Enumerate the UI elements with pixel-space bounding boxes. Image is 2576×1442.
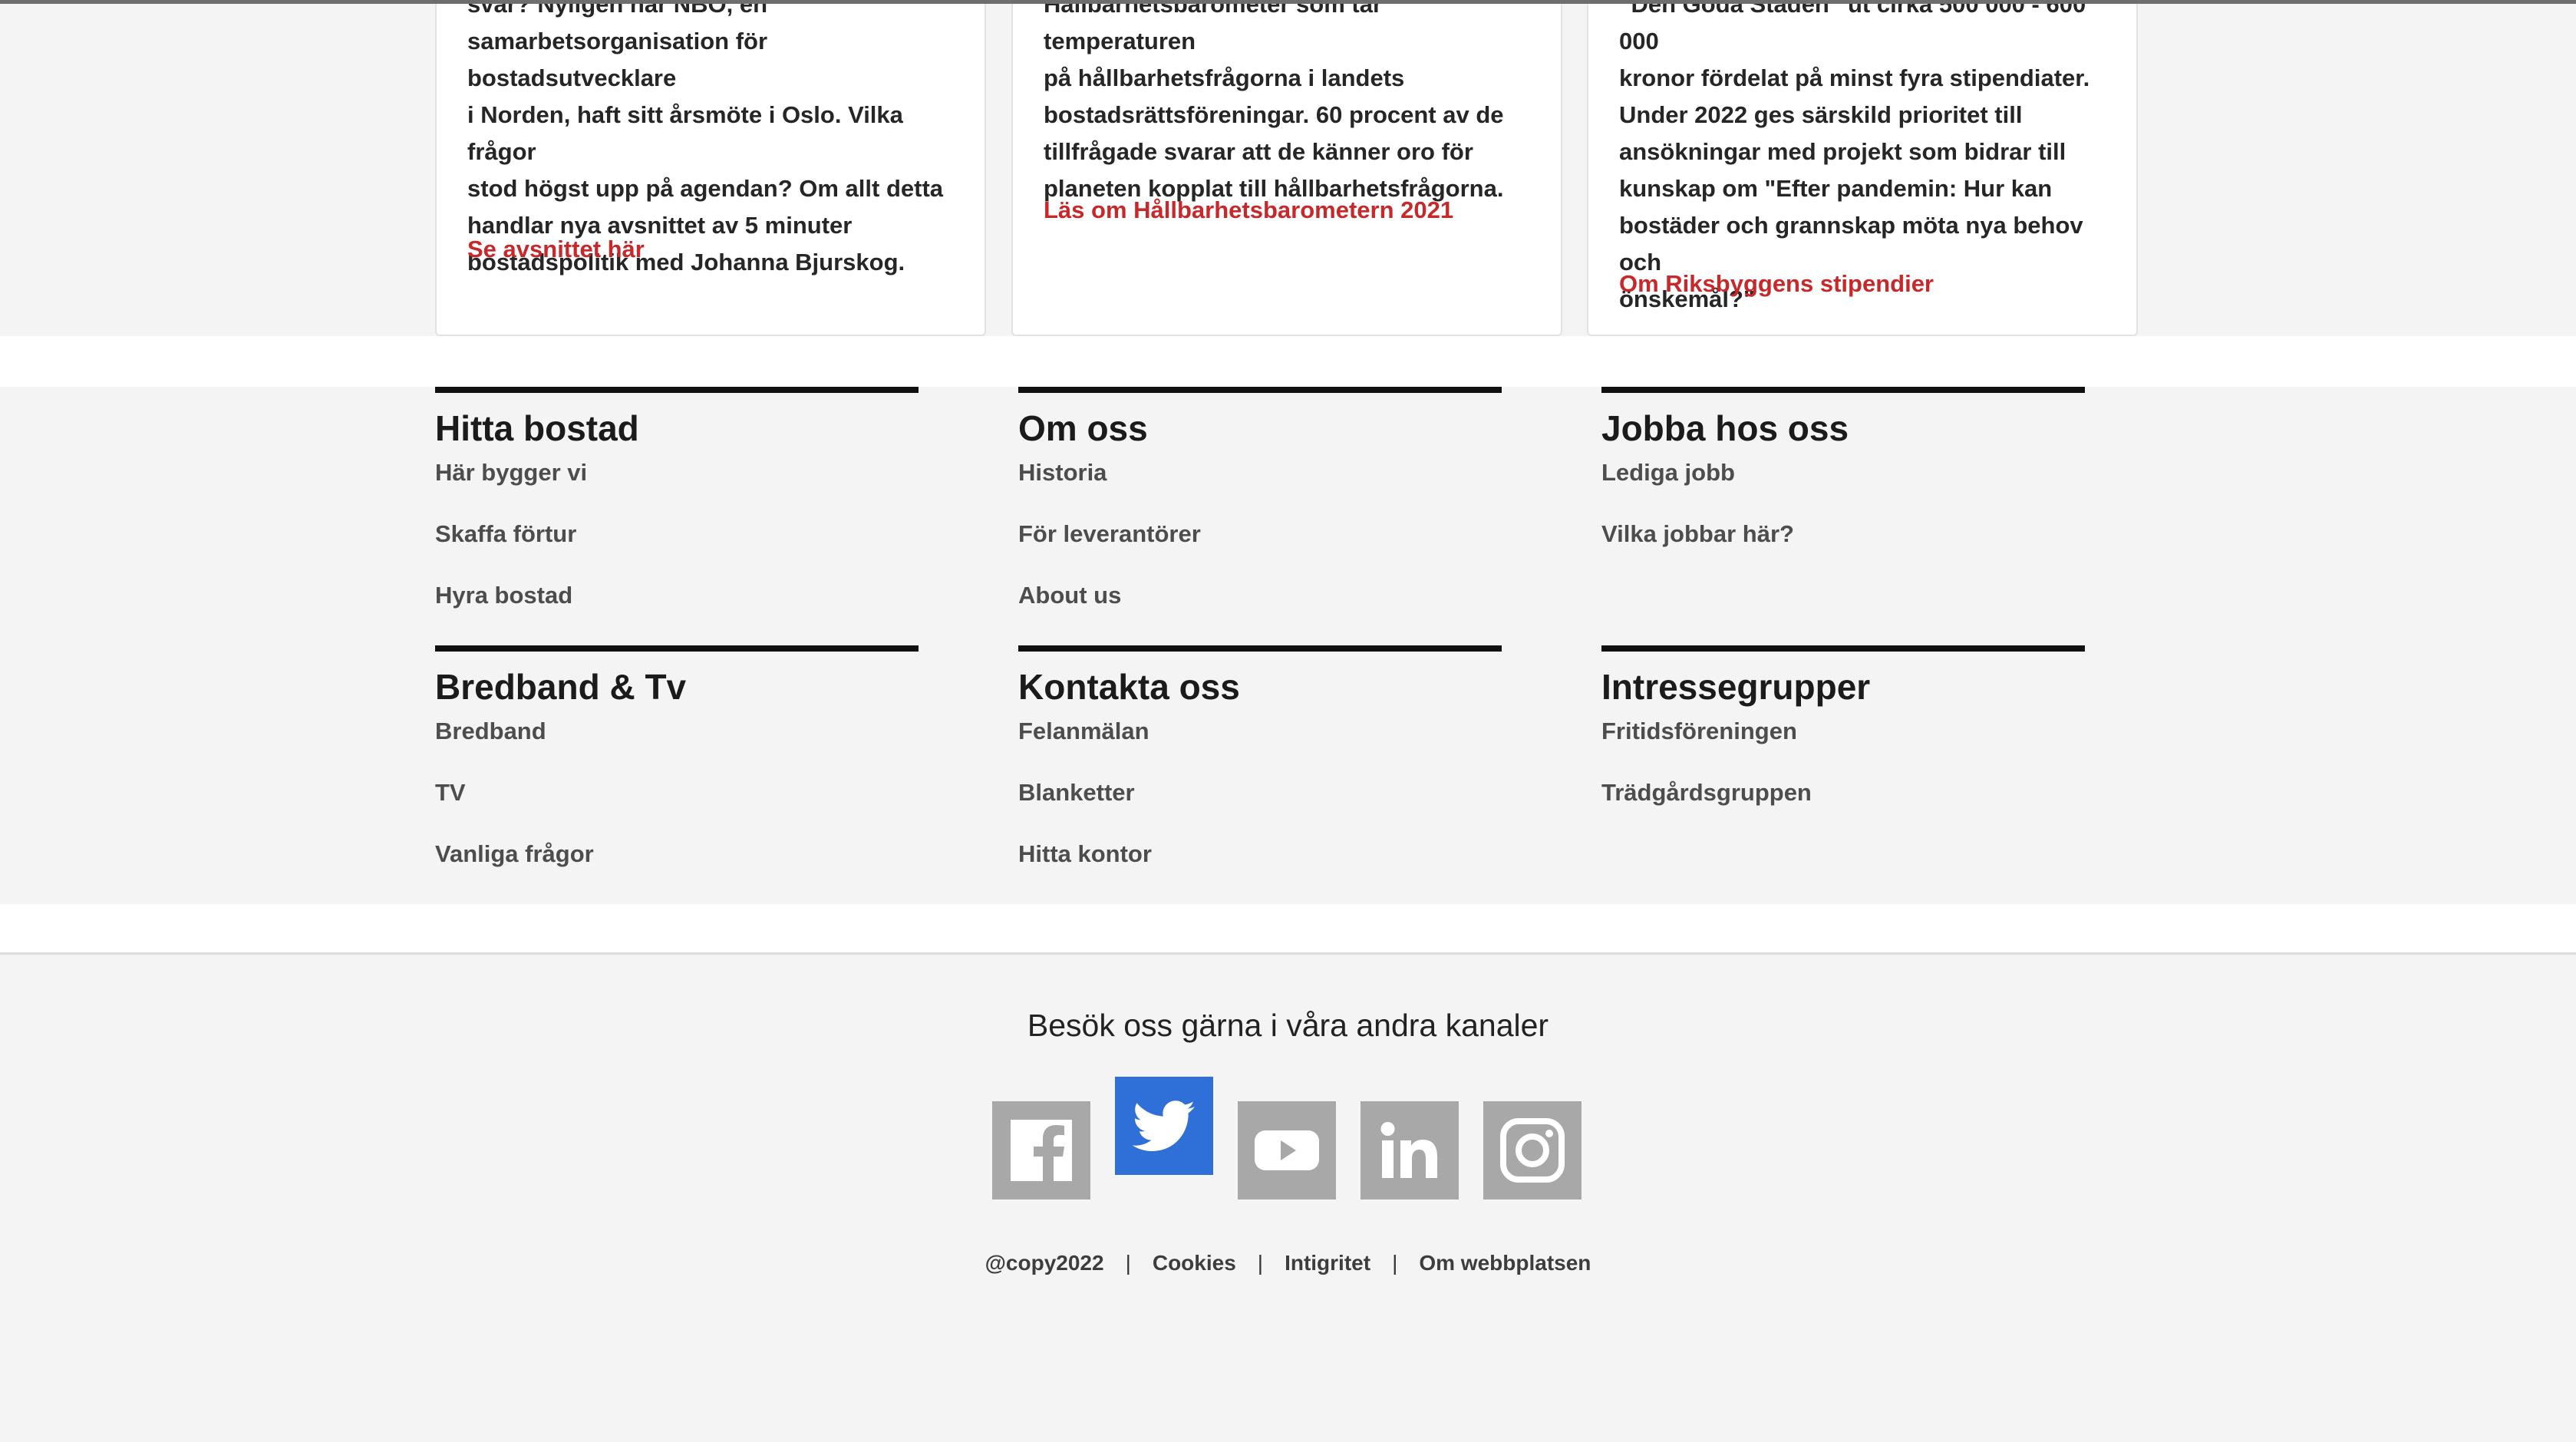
- privacy-link[interactable]: Intigritet: [1285, 1251, 1370, 1275]
- column-title: Intressegrupper: [1601, 667, 1871, 707]
- section-gap: [0, 904, 2576, 952]
- footer-link[interactable]: Fritidsföreningen: [1601, 716, 2085, 777]
- column-rule: [1018, 645, 1502, 652]
- column-title: Hitta bostad: [435, 408, 639, 448]
- footer-link[interactable]: About us: [1018, 580, 1502, 642]
- footer-link[interactable]: Vilka jobbar här?: [1601, 519, 2085, 580]
- footer-link[interactable]: Hyra bostad: [435, 580, 919, 642]
- footer-link[interactable]: Blanketter: [1018, 777, 1502, 839]
- news-cards-band: svar? Nyligen har NBO, en samarbetsorgan…: [0, 0, 2576, 336]
- column-rule: [1601, 387, 2085, 393]
- card-text: Hållbarhetsbarometer som tar temperature…: [1044, 0, 1504, 202]
- column-rule: [435, 645, 919, 652]
- footer-link[interactable]: Hitta kontor: [1018, 839, 1502, 900]
- section-gap: [0, 336, 2576, 387]
- news-card: ”Den Goda Staden” ut cirka 500 000 - 600…: [1587, 0, 2138, 336]
- column-title: Jobba hos oss: [1601, 408, 1849, 448]
- linkedin-icon[interactable]: [1361, 1101, 1459, 1199]
- separator: |: [1392, 1251, 1398, 1275]
- link-column-intressegrupper: Intressegrupper Fritidsföreningen Trädgå…: [1601, 645, 2085, 839]
- column-title: Bredband & Tv: [435, 667, 687, 707]
- legal-links: @copy2022 | Cookies | Intigritet | Om webbplat…: [0, 1251, 2576, 1275]
- top-border: [0, 0, 2576, 4]
- column-rule: [435, 387, 919, 393]
- footer-link[interactable]: Historia: [1018, 457, 1502, 519]
- link-column-kontakta-oss: Kontakta oss Felanmälan Blanketter Hitta…: [1018, 645, 1502, 900]
- link-column-jobba-hos-oss: Jobba hos oss Lediga jobb Vilka jobbar h…: [1601, 387, 2085, 580]
- footer-link-columns: Hitta bostad Här bygger vi Skaffa förtur…: [0, 387, 2576, 904]
- social-section: Besök oss gärna i våra andra kanaler @co…: [0, 955, 2576, 1442]
- column-title: Kontakta oss: [1018, 667, 1240, 707]
- link-column-bredband-tv: Bredband & Tv Bredband TV Vanliga frågor: [435, 645, 919, 900]
- footer-link[interactable]: Här bygger vi: [435, 457, 919, 519]
- column-title: Om oss: [1018, 408, 1148, 448]
- footer-link[interactable]: Trädgårdsgruppen: [1601, 777, 2085, 839]
- link-column-om-oss: Om oss Historia För leverantörer About u…: [1018, 387, 1502, 642]
- cookies-link[interactable]: Cookies: [1153, 1251, 1236, 1275]
- footer-link[interactable]: Felanmälan: [1018, 716, 1502, 777]
- footer-link[interactable]: Vanliga frågor: [435, 839, 919, 900]
- link-column-hitta-bostad: Hitta bostad Här bygger vi Skaffa förtur…: [435, 387, 919, 642]
- card-link[interactable]: Om Riksbyggens stipendier: [1619, 270, 1934, 298]
- facebook-icon[interactable]: [992, 1101, 1090, 1199]
- copyright-text: @copy2022: [985, 1251, 1104, 1275]
- column-rule: [1018, 387, 1502, 393]
- separator: |: [1125, 1251, 1131, 1275]
- footer-link[interactable]: Lediga jobb: [1601, 457, 2085, 519]
- about-site-link[interactable]: Om webbplatsen: [1419, 1251, 1591, 1275]
- youtube-icon[interactable]: [1238, 1101, 1336, 1199]
- social-title: Besök oss gärna i våra andra kanaler: [1027, 1008, 1549, 1043]
- column-rule: [1601, 645, 2085, 652]
- news-card: Hållbarhetsbarometer som tar temperature…: [1011, 0, 1562, 336]
- twitter-icon[interactable]: [1115, 1077, 1213, 1175]
- card-link[interactable]: Se avsnittet här: [467, 236, 645, 263]
- footer-link[interactable]: Skaffa förtur: [435, 519, 919, 580]
- footer-link[interactable]: För leverantörer: [1018, 519, 1502, 580]
- footer-link[interactable]: TV: [435, 777, 919, 839]
- separator: |: [1257, 1251, 1264, 1275]
- card-link[interactable]: Läs om Hållbarhetsbarometern 2021: [1044, 196, 1453, 224]
- instagram-icon[interactable]: [1483, 1101, 1582, 1199]
- news-card: svar? Nyligen har NBO, en samarbetsorgan…: [435, 0, 986, 336]
- footer-link[interactable]: Bredband: [435, 716, 919, 777]
